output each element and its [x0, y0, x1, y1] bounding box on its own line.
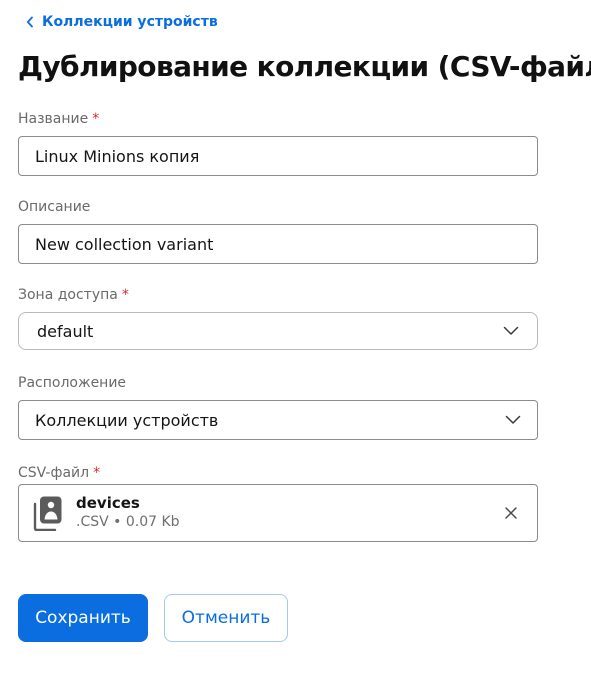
close-icon: [505, 507, 517, 519]
location-select-value: Коллекции устройств: [35, 410, 219, 430]
name-field-label: Название *: [18, 111, 99, 127]
location-select[interactable]: Коллекции устройств: [18, 400, 538, 440]
chevron-left-icon: [26, 16, 33, 28]
access-zone-label-text: Зона доступа: [18, 287, 118, 303]
description-input[interactable]: New collection variant: [18, 224, 538, 264]
required-marker: *: [121, 287, 129, 303]
access-zone-field-label: Зона доступа *: [18, 287, 129, 303]
breadcrumb-label: Коллекции устройств: [42, 14, 218, 30]
name-input-value: Linux Minions копия: [35, 146, 200, 166]
required-marker: *: [93, 465, 101, 481]
breadcrumb[interactable]: Коллекции устройств: [26, 14, 218, 30]
csv-file-attachment: devices .CSV • 0.07 Kb: [18, 484, 538, 542]
file-info: devices .CSV • 0.07 Kb: [76, 494, 499, 532]
page-title: Дублирование коллекции (CSV-файл): [18, 50, 591, 83]
description-input-value: New collection variant: [35, 234, 214, 254]
file-name: devices: [76, 494, 140, 512]
access-zone-select[interactable]: default: [18, 312, 538, 350]
required-marker: *: [92, 111, 100, 127]
file-meta: .CSV • 0.07 Kb: [76, 514, 180, 530]
name-label-text: Название: [18, 111, 89, 127]
location-field-label: Расположение: [18, 375, 126, 391]
description-label-text: Описание: [18, 199, 91, 215]
file-image-icon: [33, 496, 62, 531]
access-zone-select-value: default: [37, 321, 94, 341]
location-label-text: Расположение: [18, 375, 127, 391]
csv-file-field-label: CSV-файл *: [18, 465, 100, 481]
csv-file-label-text: CSV-файл: [18, 465, 90, 481]
remove-file-button[interactable]: [499, 501, 523, 525]
chevron-down-icon: [505, 415, 521, 424]
save-button[interactable]: Сохранить: [18, 594, 148, 642]
cancel-button[interactable]: Отменить: [164, 594, 288, 642]
chevron-down-icon: [503, 326, 519, 335]
description-field-label: Описание: [18, 199, 90, 215]
name-input[interactable]: Linux Minions копия: [18, 136, 538, 176]
